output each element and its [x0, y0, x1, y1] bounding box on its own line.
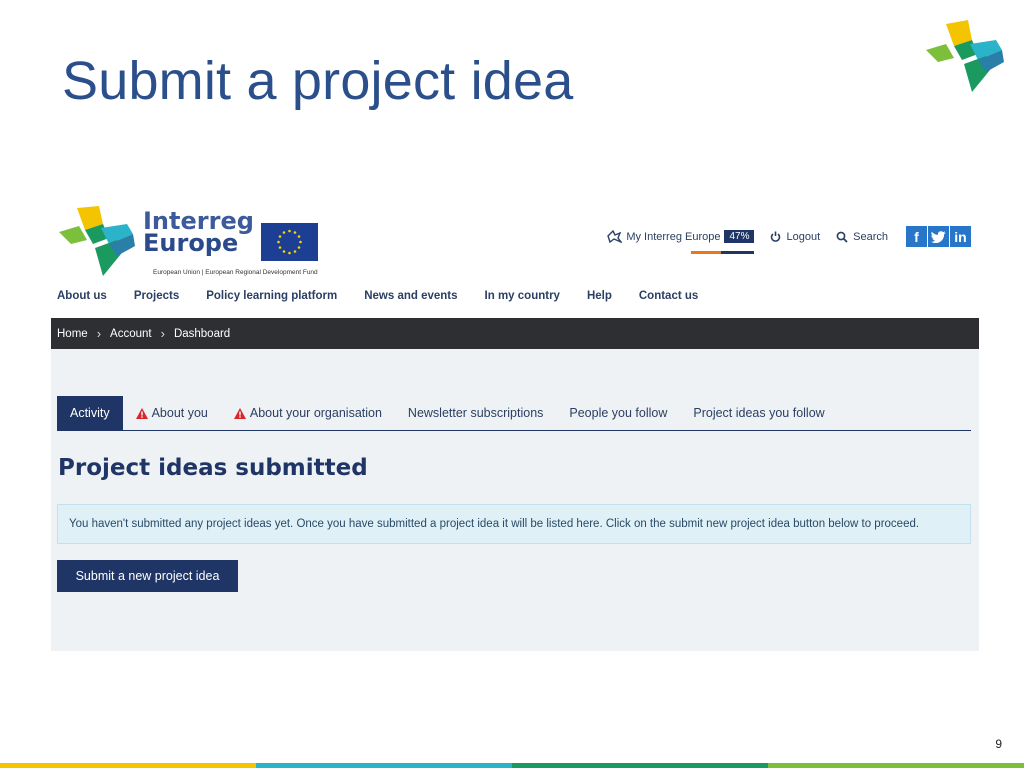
search-icon: [836, 231, 848, 243]
nav-help[interactable]: Help: [587, 290, 612, 302]
twitter-bird-icon: [931, 230, 946, 243]
my-interreg-icon: [607, 230, 623, 243]
search-link[interactable]: Search: [836, 231, 888, 243]
page-number: 9: [995, 737, 1002, 751]
my-interreg-link[interactable]: My Interreg Europe 47%: [607, 230, 755, 254]
nav-projects[interactable]: Projects: [134, 290, 179, 302]
tab-newsletter-subscriptions-label: Newsletter subscriptions: [407, 406, 544, 420]
logout-link[interactable]: Logout: [770, 231, 820, 243]
nav-policy-learning-platform[interactable]: Policy learning platform: [206, 290, 337, 302]
tab-project-ideas-you-follow[interactable]: Project ideas you follow: [680, 396, 837, 430]
twitter-icon[interactable]: [928, 226, 949, 247]
tab-newsletter-subscriptions[interactable]: Newsletter subscriptions: [395, 396, 556, 430]
eu-flag-icon: [261, 223, 318, 261]
brand[interactable]: Interreg Europe European Union | Europea…: [59, 206, 318, 276]
breadcrumb-account[interactable]: Account: [110, 328, 152, 340]
nav-news-and-events[interactable]: News and events: [364, 290, 457, 302]
tab-activity[interactable]: Activity: [57, 396, 123, 430]
tab-activity-label: Activity: [70, 406, 110, 420]
website-screenshot: Interreg Europe European Union | Europea…: [51, 196, 979, 651]
footer-stripe: [0, 763, 1024, 768]
breadcrumb-home[interactable]: Home: [57, 328, 88, 340]
tab-people-you-follow[interactable]: People you follow: [556, 396, 680, 430]
profile-progress-fill: [691, 251, 721, 254]
submit-project-idea-button[interactable]: Submit a new project idea: [57, 560, 238, 592]
warning-icon: [233, 407, 246, 419]
slide-title: Submit a project idea: [62, 51, 574, 111]
profile-progress-badge: 47%: [724, 230, 755, 243]
stripe-green: [512, 763, 768, 768]
nav-in-my-country[interactable]: In my country: [485, 290, 560, 302]
logout-label: Logout: [786, 230, 821, 243]
stripe-yellow: [0, 763, 256, 768]
power-icon: [771, 231, 781, 242]
brand-subtitle: European Union | European Regional Devel…: [153, 269, 318, 276]
social-links: f in: [906, 226, 971, 247]
main-nav: About us Projects Policy learning platfo…: [57, 290, 698, 302]
breadcrumb-dashboard[interactable]: Dashboard: [174, 328, 230, 340]
my-interreg-label: My Interreg Europe: [626, 230, 721, 243]
nav-about-us[interactable]: About us: [57, 290, 107, 302]
search-label: Search: [853, 230, 888, 243]
linkedin-icon[interactable]: in: [950, 226, 971, 247]
nav-contact-us[interactable]: Contact us: [639, 290, 698, 302]
section-title: Project ideas submitted: [58, 455, 368, 481]
chevron-right-icon: ›: [160, 326, 165, 341]
chevron-right-icon: ›: [96, 326, 102, 341]
site-header: Interreg Europe European Union | Europea…: [51, 196, 979, 318]
tab-people-you-follow-label: People you follow: [569, 406, 668, 420]
warning-icon: [135, 407, 148, 419]
tab-about-you[interactable]: About you: [123, 396, 221, 430]
brand-name-second: Europe: [143, 229, 239, 257]
interreg-logo-icon: [926, 20, 1004, 92]
tab-about-you-label: About you: [151, 406, 208, 420]
tab-about-your-organisation-label: About your organisation: [249, 406, 382, 420]
interreg-mark-icon: [59, 206, 135, 276]
breadcrumb: Home › Account › Dashboard: [51, 318, 979, 349]
utility-bar: My Interreg Europe 47% Logout Search f i…: [607, 226, 971, 254]
stripe-cyan: [256, 763, 512, 768]
tab-project-ideas-you-follow-label: Project ideas you follow: [693, 406, 825, 420]
facebook-icon[interactable]: f: [906, 226, 927, 247]
profile-progress-bar: [691, 251, 755, 254]
dashboard-content: Activity About you About your organisati…: [51, 349, 979, 651]
stripe-lime: [768, 763, 1024, 768]
info-message: You haven't submitted any project ideas …: [57, 504, 971, 544]
tab-about-your-organisation[interactable]: About your organisation: [221, 396, 395, 430]
account-tabs: Activity About you About your organisati…: [57, 396, 971, 431]
